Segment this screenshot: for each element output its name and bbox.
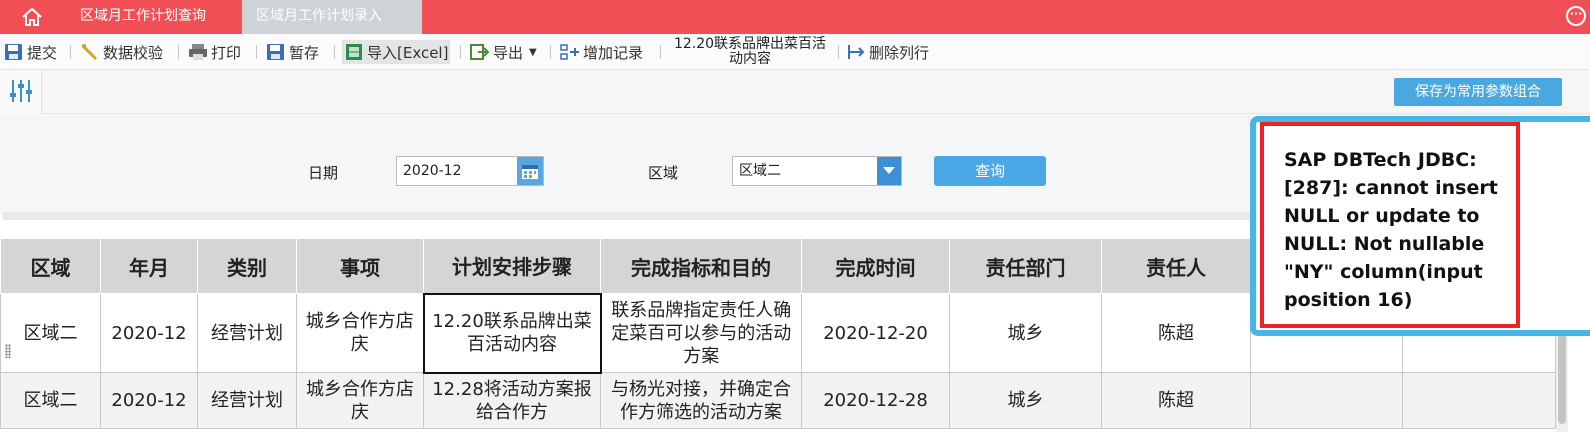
column-header[interactable]: 年月 xyxy=(100,238,198,294)
filter-bar: 保存为常用参数组合 xyxy=(0,70,1590,114)
cell-dept[interactable]: 城乡 xyxy=(949,372,1102,429)
tab-plan-query[interactable]: 区域月工作计划查询 xyxy=(66,0,242,34)
top-tab-bar: 区域月工作计划查询 区域月工作计划录入 ··· xyxy=(0,0,1590,34)
table-row[interactable]: 区域二 2020-12 经营计划 城乡合作方店庆 12.28将活动方案报给合作方… xyxy=(0,372,1556,429)
date-field[interactable]: 2020-12 xyxy=(396,156,544,186)
toolbar-divider xyxy=(334,45,335,59)
cell-region[interactable]: 区域二 xyxy=(0,372,101,429)
validate-button[interactable]: 数据校验 xyxy=(80,40,163,64)
home-icon xyxy=(22,7,42,26)
column-header[interactable]: 责任人 xyxy=(1101,238,1251,294)
cell-goal[interactable]: 与杨光对接，并确定合作方筛选的活动方案 xyxy=(600,372,802,429)
more-options-icon[interactable]: ··· xyxy=(1566,6,1586,26)
column-header[interactable]: 事项 xyxy=(296,238,424,294)
cell-owner[interactable]: 陈超 xyxy=(1101,293,1251,373)
save-disk-icon xyxy=(4,43,24,61)
cell-month[interactable]: 2020-12 xyxy=(100,293,198,373)
wand-icon xyxy=(80,43,100,61)
export-button[interactable]: 导出 ▼ xyxy=(470,40,537,64)
calendar-button[interactable] xyxy=(517,157,543,185)
column-header[interactable]: 责任部门 xyxy=(949,238,1102,294)
cell-owner[interactable]: 陈超 xyxy=(1101,372,1251,429)
home-button[interactable] xyxy=(0,0,64,34)
cell-month[interactable]: 2020-12 xyxy=(100,372,198,429)
column-header[interactable]: 完成时间 xyxy=(801,238,950,294)
filter-settings-button[interactable] xyxy=(0,70,42,114)
validate-label: 数据校验 xyxy=(103,43,164,62)
submit-label: 提交 xyxy=(27,43,58,62)
printer-icon xyxy=(188,43,208,61)
region-label: 区域 xyxy=(648,164,679,182)
column-header[interactable]: 完成指标和目的 xyxy=(600,238,802,294)
add-record-button[interactable]: 增加记录 xyxy=(560,40,643,64)
toolbar-divider xyxy=(660,45,661,59)
cell-goal[interactable]: 联系品牌指定责任人确定菜百可以参与的活动方案 xyxy=(600,293,802,373)
cell-steps[interactable]: 12.28将活动方案报给合作方 xyxy=(423,372,601,429)
save-draft-button[interactable]: 暂存 xyxy=(266,40,319,64)
save-disk-icon xyxy=(266,43,286,61)
row-drag-handle[interactable] xyxy=(5,344,11,358)
toolbar-divider xyxy=(838,45,839,59)
cell-steps-selected[interactable]: 12.20联系品牌出菜百活动内容 xyxy=(422,292,602,374)
cell-empty[interactable] xyxy=(1250,372,1403,429)
print-button[interactable]: 打印 xyxy=(188,40,241,64)
region-dropdown-button[interactable] xyxy=(877,157,901,185)
submit-button[interactable]: 提交 xyxy=(4,40,57,64)
print-label: 打印 xyxy=(211,43,242,62)
tab-plan-entry[interactable]: 区域月工作计划录入 xyxy=(242,0,422,34)
query-button[interactable]: 查询 xyxy=(934,156,1046,186)
date-label: 日期 xyxy=(308,164,339,182)
region-select[interactable]: 区域二 xyxy=(732,156,902,186)
delete-column-icon xyxy=(846,43,866,61)
export-label: 导出 xyxy=(493,43,524,62)
add-record-label: 增加记录 xyxy=(583,43,644,62)
save-param-combo-button[interactable]: 保存为常用参数组合 xyxy=(1394,78,1562,106)
delete-column-button[interactable]: 删除列行 xyxy=(846,40,929,64)
error-message: SAP DBTech JDBC: [287]: cannot insert NU… xyxy=(1260,122,1520,328)
date-value: 2020-12 xyxy=(403,163,462,179)
toolbar-divider xyxy=(460,45,461,59)
cell-done-time[interactable]: 2020-12-20 xyxy=(801,293,950,373)
cell-item[interactable]: 城乡合作方店庆 xyxy=(296,293,424,373)
toolbar-divider xyxy=(550,45,551,59)
cell-dept[interactable]: 城乡 xyxy=(949,293,1102,373)
toolbar-divider xyxy=(256,45,257,59)
chevron-down-icon xyxy=(883,167,895,174)
sliders-icon xyxy=(10,80,32,102)
save-draft-label: 暂存 xyxy=(289,43,320,62)
column-header[interactable]: 计划安排步骤 xyxy=(423,238,601,294)
calendar-icon xyxy=(522,165,538,179)
import-excel-button[interactable]: 导入[Excel] xyxy=(342,40,451,64)
cell-item[interactable]: 城乡合作方店庆 xyxy=(296,372,424,429)
panel-splitter[interactable] xyxy=(2,212,1257,220)
column-header[interactable]: 区域 xyxy=(0,238,101,294)
cell-done-time[interactable]: 2020-12-28 xyxy=(801,372,950,429)
toolbar: 提交 数据校验 打印 暂存 导入[Excel] 导出 ▼ 增加记录 12.20联… xyxy=(0,34,1590,70)
export-icon xyxy=(470,43,490,61)
cell-category[interactable]: 经营计划 xyxy=(197,293,297,373)
cell-region[interactable]: 区域二 xyxy=(0,293,101,373)
cell-category[interactable]: 经营计划 xyxy=(197,372,297,429)
toolbar-divider xyxy=(70,45,71,59)
excel-icon xyxy=(344,43,364,61)
cell-empty[interactable] xyxy=(1402,372,1556,429)
add-row-icon xyxy=(560,43,580,61)
delete-column-label: 删除列行 xyxy=(869,43,930,62)
chevron-down-icon: ▼ xyxy=(529,46,537,58)
import-excel-label: 导入[Excel] xyxy=(367,43,449,62)
region-value: 区域二 xyxy=(739,163,781,179)
toolbar-divider xyxy=(178,45,179,59)
current-cell-display: 12.20联系品牌出菜百活动内容 xyxy=(673,36,827,67)
column-header[interactable]: 类别 xyxy=(197,238,297,294)
